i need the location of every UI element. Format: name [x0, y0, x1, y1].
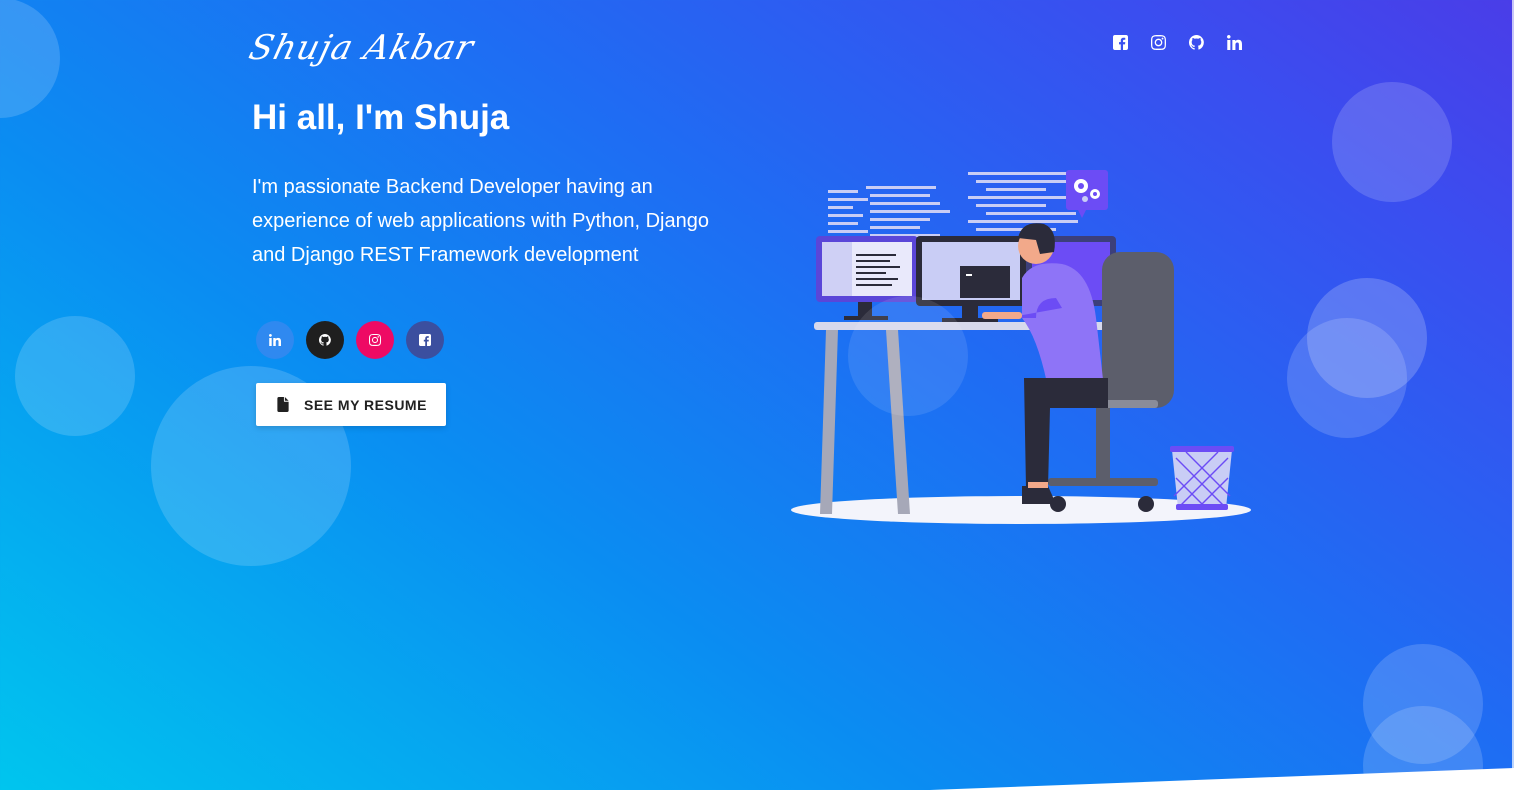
resume-button-label: SEE MY RESUME	[304, 396, 427, 413]
header-instagram-link[interactable]	[1148, 30, 1168, 54]
decorative-bubble	[1287, 318, 1407, 438]
hero-title: Hi all, I'm Shuja	[252, 98, 510, 137]
linkedin-button[interactable]	[256, 321, 294, 359]
hero-description: I'm passionate Backend Developer having …	[252, 176, 709, 266]
decorative-bubble	[0, 0, 60, 118]
see-resume-button[interactable]: SEE MY RESUME	[256, 383, 446, 426]
facebook-square-icon	[1112, 34, 1128, 50]
file-icon	[277, 397, 289, 412]
logo-signature: Shuja Akbar	[245, 28, 479, 68]
github-icon	[319, 334, 331, 346]
site-logo[interactable]: Shuja Akbar	[245, 14, 478, 80]
instagram-button[interactable]	[356, 321, 394, 359]
decorative-bubble	[1332, 82, 1452, 202]
facebook-button[interactable]	[406, 321, 444, 359]
github-button[interactable]	[306, 321, 344, 359]
header-social-links	[1110, 30, 1244, 54]
decorative-bubble	[15, 316, 135, 436]
linkedin-icon	[269, 334, 281, 346]
linkedin-icon	[1226, 34, 1242, 50]
instagram-icon	[369, 334, 381, 346]
bottom-wave	[0, 768, 1514, 798]
header-facebook-link[interactable]	[1110, 30, 1130, 54]
hero-social-buttons	[256, 321, 444, 359]
github-icon	[1188, 34, 1204, 50]
facebook-square-icon	[419, 334, 431, 346]
header-github-link[interactable]	[1186, 30, 1206, 54]
decorative-bubble	[848, 296, 968, 416]
instagram-icon	[1150, 34, 1166, 50]
header-linkedin-link[interactable]	[1224, 30, 1244, 54]
